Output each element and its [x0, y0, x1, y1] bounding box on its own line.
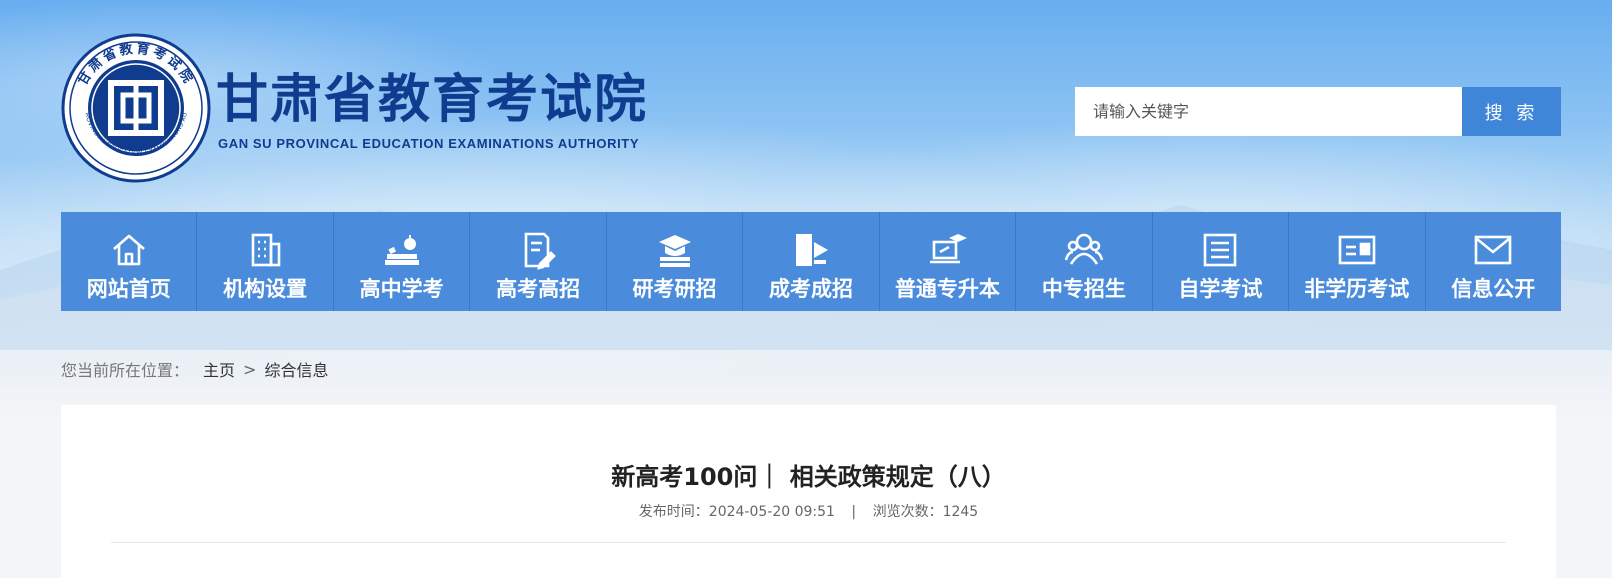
nav-item-organization[interactable]: 机构设置: [197, 212, 334, 311]
nav-label: 高中学考: [359, 277, 444, 301]
search-button[interactable]: 搜 索: [1462, 87, 1561, 136]
nav-item-adult-exam[interactable]: 成考成招: [743, 212, 880, 311]
nav-item-self-study-exam[interactable]: 自学考试: [1153, 212, 1290, 311]
article-meta: 发布时间：2024-05-20 09:51 | 浏览次数：1245: [61, 501, 1556, 521]
nav-item-gaokao[interactable]: 高考高招: [470, 212, 607, 311]
nav-label: 研考研招: [632, 277, 717, 301]
envelope-icon: [1474, 235, 1512, 265]
nav-label: 中专招生: [1041, 277, 1126, 301]
publish-time-label: 发布时间：: [638, 504, 709, 520]
nav-item-secondary-vocational[interactable]: 中专招生: [1016, 212, 1153, 311]
id-card-icon: [1338, 235, 1376, 265]
nav-item-non-degree-exam[interactable]: 非学历考试: [1289, 212, 1426, 311]
nav-item-high-school-exam[interactable]: 高中学考: [334, 212, 471, 311]
graduation-cap-icon: [658, 235, 691, 267]
breadcrumb-prefix: 您当前所在位置：: [61, 361, 190, 380]
nav-label: 成考成招: [768, 277, 853, 301]
breadcrumb: 您当前所在位置： 主页 > 综合信息: [61, 357, 328, 381]
nav-label: 自学考试: [1178, 277, 1263, 301]
nav-item-info-disclosure[interactable]: 信息公开: [1426, 212, 1561, 311]
search-input[interactable]: [1075, 87, 1462, 136]
nav-item-home[interactable]: 网站首页: [61, 212, 198, 311]
books-icon: [384, 235, 419, 265]
home-icon: [112, 234, 145, 266]
article-divider: [111, 542, 1506, 543]
notebook-icon: [1204, 233, 1237, 267]
site-subtitle: GAN SU PROVINCAL EDUCATION EXAMINATIONS …: [218, 136, 640, 151]
breadcrumb-current-link[interactable]: 综合信息: [264, 357, 328, 381]
views-count: 1245: [942, 504, 979, 520]
article-title: 新高考100问｜ 相关政策规定（八）: [611, 463, 1006, 491]
views-label: 浏览次数：: [872, 504, 943, 520]
laptop-cap-icon: [930, 234, 968, 264]
nav-label: 非学历考试: [1304, 277, 1410, 301]
site-title[interactable]: 甘肃省教育考试院: [216, 70, 648, 130]
users-icon: [1064, 233, 1104, 265]
breadcrumb-separator: >: [243, 359, 257, 379]
nav-label: 信息公开: [1451, 277, 1536, 301]
main-nav: 网站首页 机构设置 高中学考 高考高招 研考研招 成考成招 普通专升本 中专招生…: [61, 212, 1561, 311]
article-card: 新高考100问｜ 相关政策规定（八） 发布时间：2024-05-20 09:51…: [61, 405, 1556, 578]
nav-item-postgraduate[interactable]: 研考研招: [607, 212, 744, 311]
meta-separator: |: [851, 504, 857, 520]
book-flag-icon: [795, 234, 828, 266]
nav-label: 机构设置: [223, 277, 308, 301]
publish-time-value: 2024-05-20 09:51: [708, 504, 835, 520]
nav-label: 高考高招: [496, 277, 581, 301]
breadcrumb-home-link[interactable]: 主页: [203, 357, 235, 381]
nav-item-upgrade[interactable]: 普通专升本: [880, 212, 1017, 311]
nav-label: 普通专升本: [894, 277, 1000, 301]
nav-label: 网站首页: [86, 277, 171, 301]
document-pen-icon: [524, 232, 556, 270]
logo-seal-icon[interactable]: 甘肃省教育考试院 GANSU PROVINCIAL EDUCATION EXAM…: [61, 33, 211, 183]
search-bar: 搜 索: [1075, 87, 1561, 136]
building-icon: [251, 233, 281, 267]
